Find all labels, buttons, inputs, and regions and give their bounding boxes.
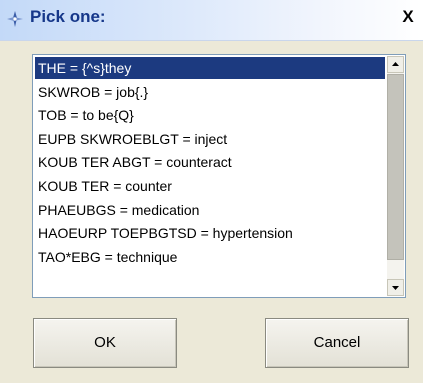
cancel-button[interactable]: Cancel <box>265 318 409 368</box>
choices-list: THE = {^s}they SKWROB = job{.} TOB = to be… <box>35 57 385 295</box>
scroll-up-button[interactable] <box>387 56 404 73</box>
vertical-scrollbar[interactable] <box>387 56 404 296</box>
list-item[interactable]: TOB = to be{Q} <box>35 104 385 126</box>
list-item[interactable]: THE = {^s}they <box>35 57 385 79</box>
ok-button[interactable]: OK <box>33 318 177 368</box>
scroll-thumb[interactable] <box>387 74 404 260</box>
close-button[interactable]: X <box>399 7 417 27</box>
list-item[interactable]: EUPB SKWROEBLGT = inject <box>35 128 385 150</box>
chevron-down-icon <box>392 286 399 290</box>
title-bar[interactable]: Pick one: X <box>0 0 423 41</box>
list-item[interactable]: HAOEURP TOEPBGTSD = hypertension <box>35 222 385 244</box>
pick-one-dialog: Pick one: X THE = {^s}they SKWROB = job{.… <box>0 0 423 383</box>
list-item[interactable]: PHAEUBGS = medication <box>35 199 385 221</box>
list-item[interactable]: KOUB TER = counter <box>35 175 385 197</box>
list-item[interactable]: TAO*EBG = technique <box>35 246 385 268</box>
choices-listbox[interactable]: THE = {^s}they SKWROB = job{.} TOB = to be… <box>32 54 406 298</box>
chevron-up-icon <box>392 62 399 66</box>
scroll-down-button[interactable] <box>387 279 404 296</box>
compass-icon <box>7 11 23 27</box>
list-item[interactable]: SKWROB = job{.} <box>35 81 385 103</box>
dialog-title: Pick one: <box>30 7 106 26</box>
close-icon: X <box>402 7 414 26</box>
list-item[interactable]: KOUB TER ABGT = counteract <box>35 151 385 173</box>
